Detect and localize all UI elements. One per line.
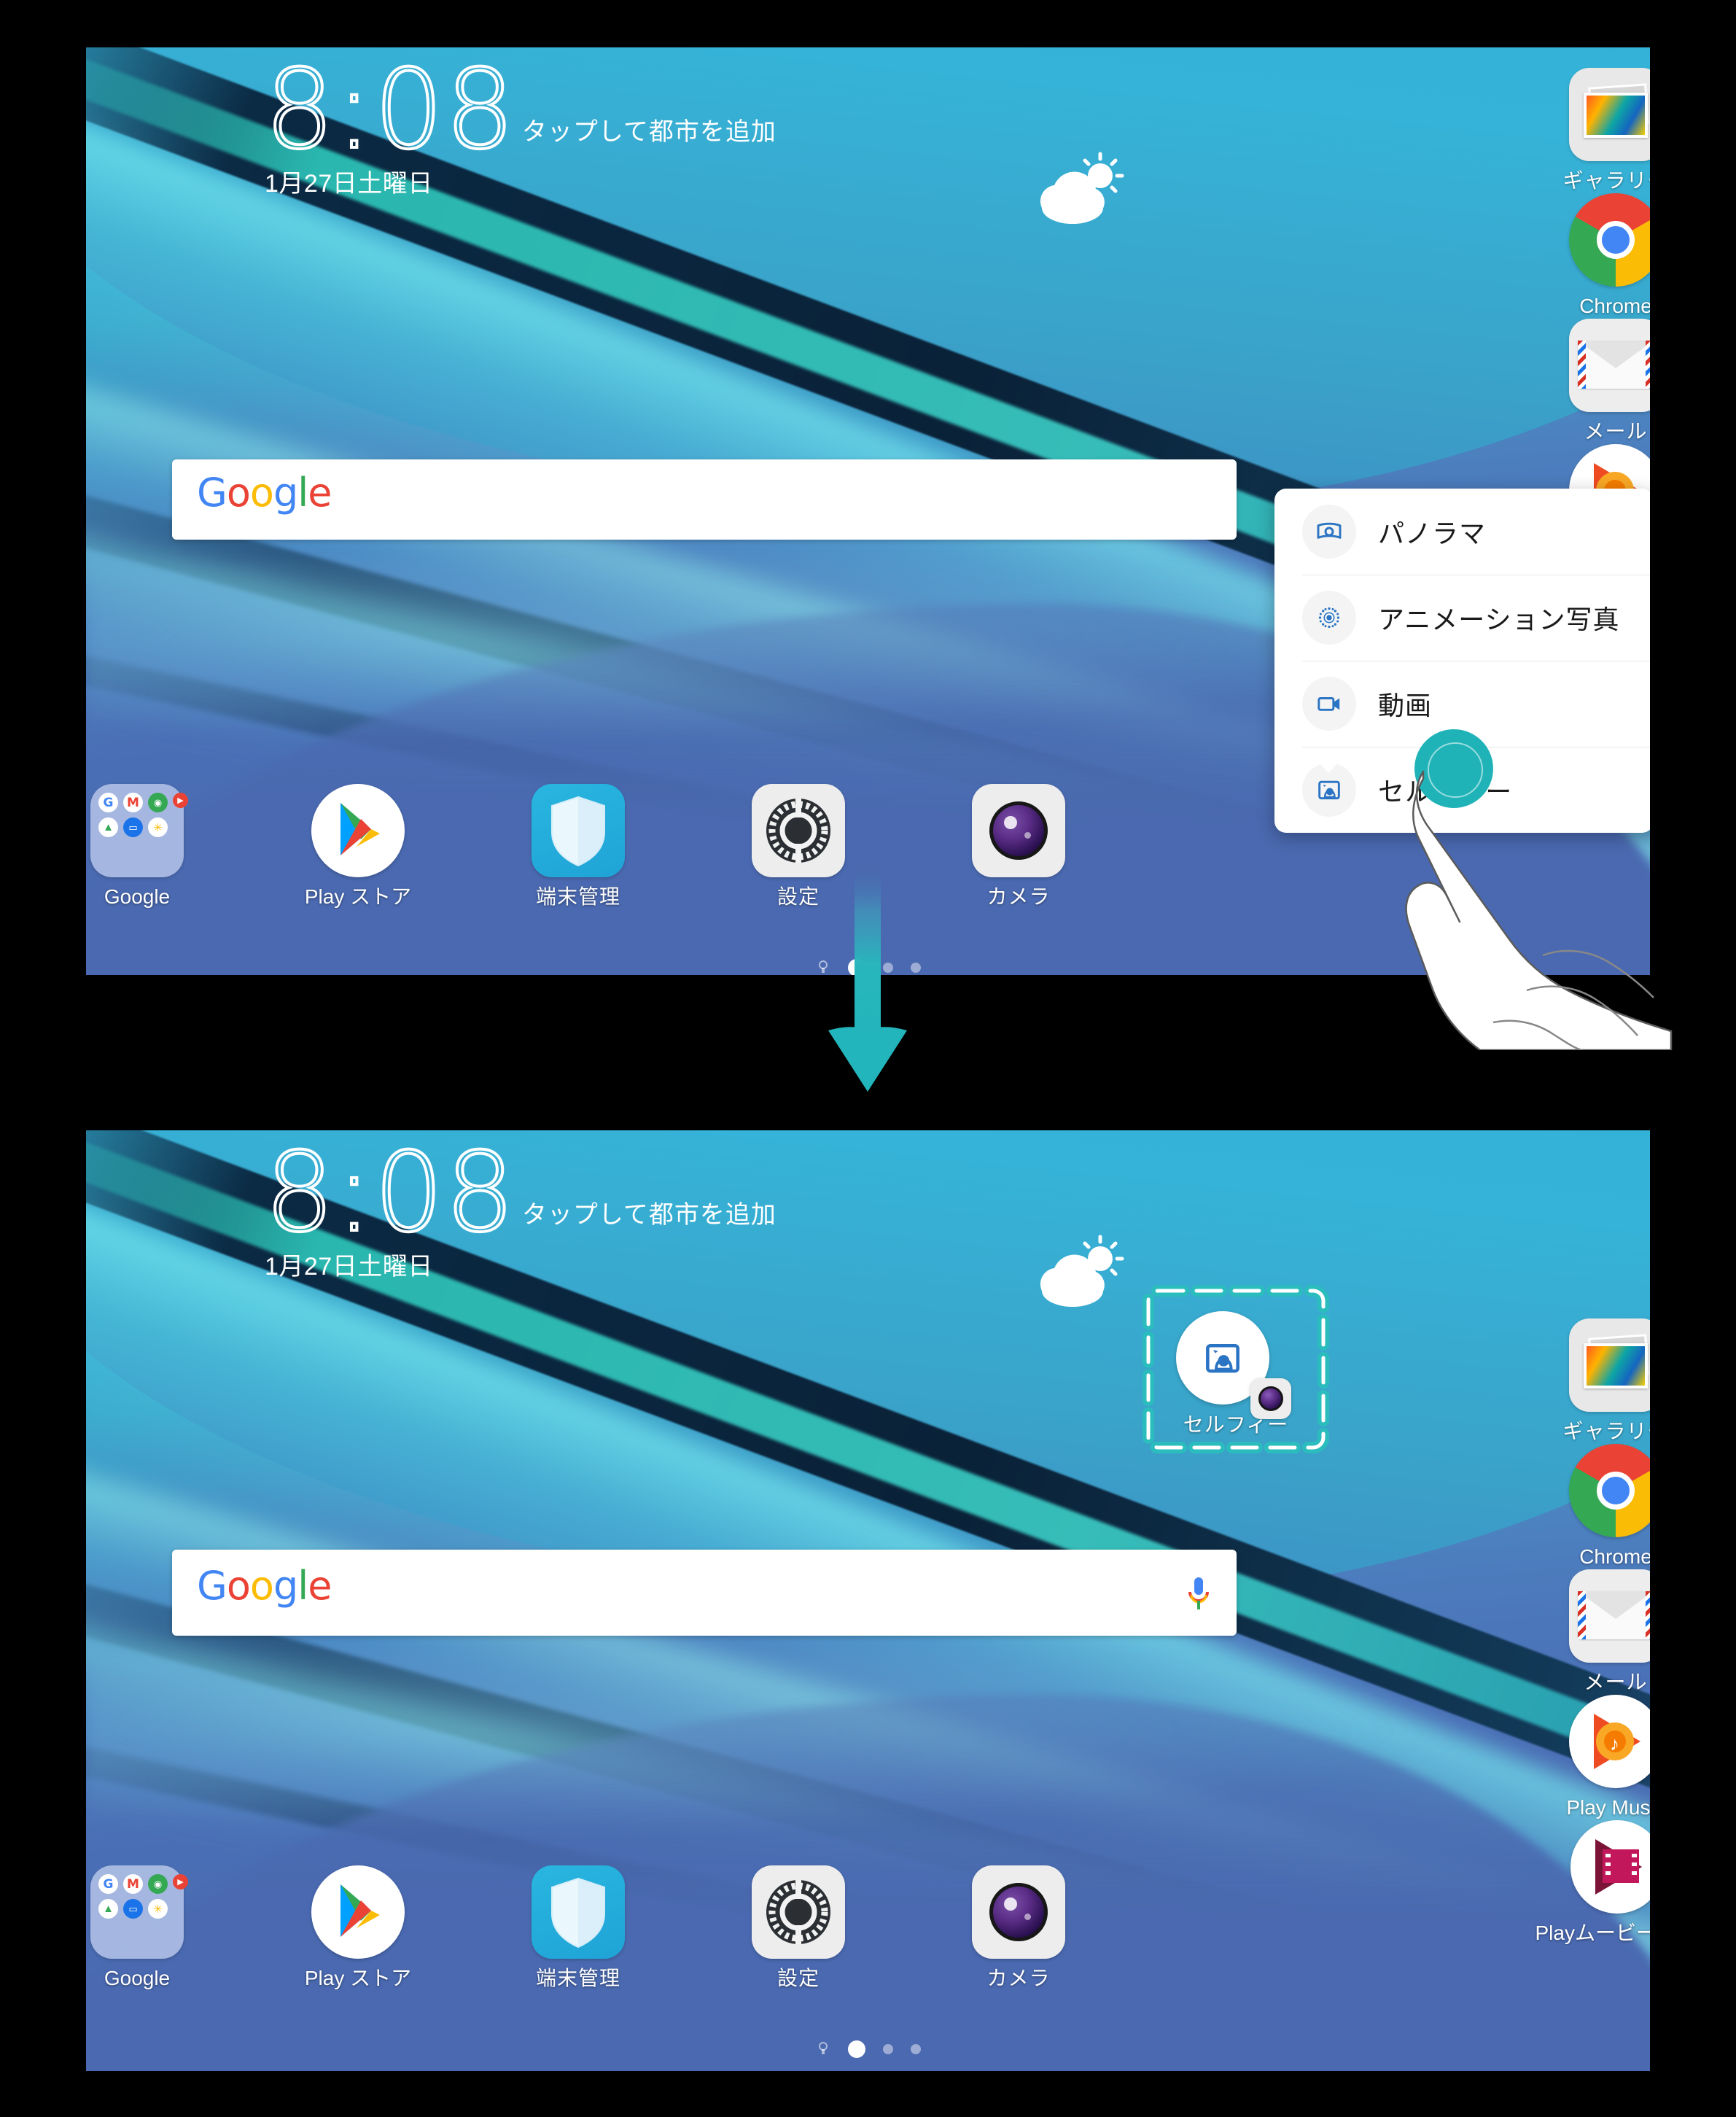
clock-widget[interactable]: 8:08 タップして都市を追加 1月27日土曜日 [263,1130,776,1282]
panorama-icon [1302,505,1356,559]
dock-label: Google [104,1968,171,1989]
play-music-icon: ♪ [1569,1695,1650,1788]
app-chrome[interactable]: Chrome [1539,193,1650,318]
app-label: Chrome [1579,295,1650,317]
app-mail[interactable]: メール [1539,1569,1650,1694]
mail-icon [1569,1569,1650,1663]
menu-item-animation-photo[interactable]: アニメーション写真 [1274,575,1650,661]
chrome-icon [1569,1444,1650,1537]
page-dot[interactable] [910,2044,921,2054]
animation-photo-icon [1302,591,1356,645]
home-dot-icon[interactable] [816,2042,830,2056]
app-play-movies[interactable]: Playムービー＆T.. [1524,1820,1650,1945]
dock-label: カメラ [986,1968,1051,1989]
dock-label: Play ストア [304,1968,412,1989]
app-gallery[interactable]: ギャラリー [1539,68,1650,193]
page-dot-active[interactable] [847,2040,865,2058]
menu-item-panorama[interactable]: パノラマ [1274,489,1650,575]
app-label: Chrome [1579,1546,1650,1568]
clock-city-prompt[interactable]: タップして都市を追加 [522,1195,776,1249]
clock-date: 1月27日土曜日 [265,1253,433,1281]
dock-item-camera[interactable]: カメラ [942,784,1095,909]
dock-item-settings[interactable]: 設定 [722,1865,875,1990]
play-movies-icon [1570,1820,1650,1914]
partly-cloudy-icon [1030,1232,1132,1313]
phone-manager-shield-icon [532,784,625,877]
google-logo: Google [197,470,332,516]
phone-manager-shield-icon [532,1865,625,1959]
app-label: Playムービー＆T.. [1535,1922,1650,1944]
hand-pointer-icon [1371,737,1677,1052]
page-dot[interactable] [882,2044,893,2054]
dock-item-phone-manager[interactable]: 端末管理 [502,1865,655,1990]
app-chrome[interactable]: Chrome [1539,1444,1650,1569]
microphone-icon[interactable] [1186,1574,1212,1611]
dock-label: 端末管理 [535,886,620,908]
dock-item-google-folder[interactable]: G M ◉ ▶ ▲ ▭ ✳ Google [86,784,214,909]
dock-label: カメラ [986,886,1051,908]
popup-pointer-arrow [1314,757,1343,773]
clock-time: 8:08 [263,1130,516,1256]
dock-item-play-store[interactable]: Play ストア [281,784,435,909]
camera-icon [972,784,1065,877]
dock-label: 設定 [776,1968,820,1989]
gallery-icon [1569,68,1650,161]
menu-item-label: 動画 [1378,691,1433,721]
home-screen-after: 8:08 タップして都市を追加 1月27日土曜日 セルフィー Google ギャ… [86,1130,1650,2071]
app-label: ギャラリー [1562,1421,1650,1442]
tutorial-figure: 8:08 タップして都市を追加 1月27日土曜日 Google ギャラリ Chr… [0,0,1736,2117]
menu-item-label: アニメーション写真 [1378,605,1620,635]
app-label: ギャラリー [1562,170,1650,192]
placed-selfie-shortcut[interactable]: セルフィー [1141,1283,1331,1455]
page-dot[interactable] [910,963,921,973]
google-search-bar[interactable]: Google [172,1550,1237,1636]
dock-label: Play ストア [304,886,412,908]
dock-label: 端末管理 [535,1968,620,1989]
app-label: Play Music [1566,1797,1650,1819]
menu-item-label: パノラマ [1378,519,1487,549]
app-gallery[interactable]: ギャラリー [1539,1318,1650,1443]
clock-city-prompt[interactable]: タップして都市を追加 [522,112,776,166]
dock-item-camera[interactable]: カメラ [942,1865,1095,1990]
shortcut-label: セルフィー [1183,1413,1289,1436]
settings-gear-icon [752,784,845,877]
mail-icon [1569,319,1650,412]
gallery-icon [1569,1318,1650,1412]
play-store-icon [311,1865,405,1959]
app-play-music[interactable]: ♪ Play Music [1539,1695,1650,1819]
clock-date: 1月27日土曜日 [265,170,433,198]
app-label: メール [1584,421,1648,443]
down-arrow-icon [824,864,911,1094]
google-folder-icon: G M ◉ ▶ ▲ ▭ ✳ [90,1865,188,1959]
play-store-icon [311,784,405,877]
google-logo: Google [197,1563,332,1609]
dock-item-phone-manager[interactable]: 端末管理 [502,784,655,909]
clock-time: 8:08 [263,47,516,174]
dock-label: Google [104,886,171,908]
dock-item-google-folder[interactable]: G M ◉ ▶ ▲ ▭ ✳ Google [86,1865,214,1990]
clock-widget[interactable]: 8:08 タップして都市を追加 1月27日土曜日 [263,47,776,199]
video-icon [1302,677,1356,731]
partly-cloudy-icon [1030,149,1132,230]
camera-icon [972,1865,1065,1959]
google-folder-icon: G M ◉ ▶ ▲ ▭ ✳ [90,784,188,877]
app-label: メール [1584,1671,1648,1693]
google-search-bar[interactable]: Google [172,459,1237,540]
dock-item-play-store[interactable]: Play ストア [281,1865,435,1990]
page-indicator [86,2040,1650,2058]
chrome-icon [1569,193,1650,287]
app-mail[interactable]: メール [1539,319,1650,443]
settings-gear-icon [752,1865,845,1959]
